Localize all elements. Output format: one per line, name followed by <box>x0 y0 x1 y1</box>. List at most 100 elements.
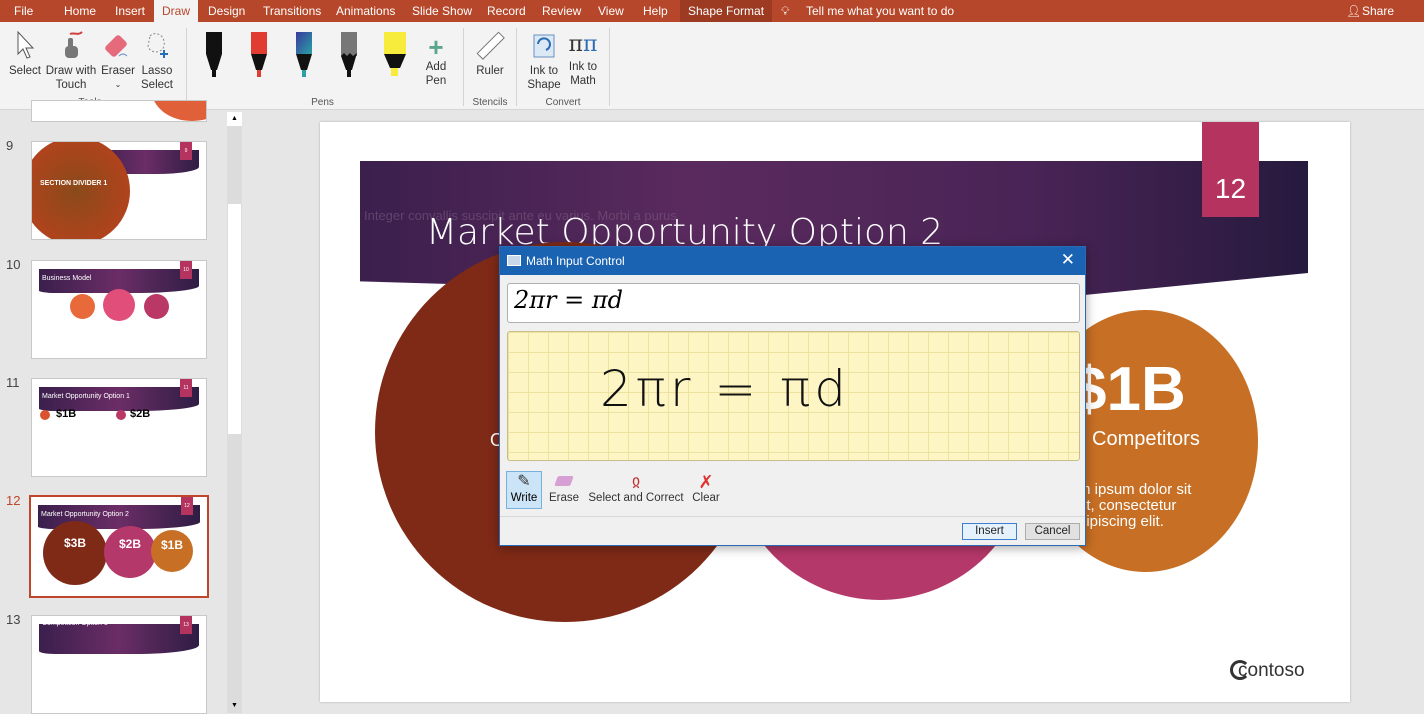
slide-number: 10 <box>6 257 21 272</box>
draw-with-touch-label-2: Touch <box>55 79 87 91</box>
pens-group-label: Pens <box>311 97 334 108</box>
slide-thumb-title: Competition Option 1 <box>42 620 108 627</box>
scroll-down-icon[interactable]: ▼ <box>227 699 242 713</box>
slide-thumbnail-13[interactable]: 13 Competition Option 1 <box>31 615 207 714</box>
slide-number: 11 <box>6 375 20 390</box>
circle3-body: m ipsum dolor sit et, consectetur dipisc… <box>1078 482 1191 530</box>
slide-thumbnail-8[interactable] <box>31 100 207 122</box>
share-button[interactable]: Share <box>1362 0 1394 22</box>
lasso-icon <box>147 33 168 58</box>
slide-number: 13 <box>6 612 21 627</box>
slide-thumb-title: SECTION DIVIDER 1 <box>40 180 108 187</box>
add-pen-label: Add <box>425 61 447 73</box>
slide-number-badge: 12 <box>1202 122 1259 217</box>
slide-thumb-title: Business Model <box>42 275 92 282</box>
slide-thumbnail-10[interactable]: 10 Business Model <box>31 260 207 359</box>
pencil-gray[interactable] <box>338 30 360 83</box>
pen-icon <box>251 32 267 77</box>
scroll-up-icon[interactable]: ▲ <box>227 112 242 126</box>
thumbnail-scrollbar[interactable]: ▲ ▼ <box>227 112 242 713</box>
slide-thumbnail-11[interactable]: 11 Market Opportunity Option 1 $1B $2B <box>31 378 207 477</box>
pen-icon <box>206 32 222 77</box>
tab-review[interactable]: Review <box>542 0 581 22</box>
slide-thumb-title: Market Opportunity Option 2 <box>41 511 129 518</box>
tab-file[interactable]: File <box>14 0 33 22</box>
circle3-label: Competitors <box>1092 428 1200 450</box>
divider <box>186 28 187 106</box>
clear-x-icon: ✗ <box>698 472 714 492</box>
tab-slide-show[interactable]: Slide Show <box>412 0 472 22</box>
draw-with-touch-label: Draw with <box>45 65 97 77</box>
math-input-icon <box>507 255 521 266</box>
tab-transitions[interactable]: Transitions <box>263 0 321 22</box>
tool-clear[interactable]: ✗ Clear <box>688 472 724 504</box>
slide-badge: 13 <box>180 616 192 634</box>
convert-group-label: Convert <box>545 97 581 108</box>
slide-thumbnail-12-selected[interactable]: 12 Market Opportunity Option 2 $3B $2B $… <box>29 495 209 598</box>
draw-with-touch-tool[interactable]: Draw with Touch <box>44 30 98 92</box>
insert-button[interactable]: Insert <box>962 523 1017 540</box>
pen-icon: ✎ <box>517 473 531 490</box>
pen-galaxy[interactable] <box>293 30 315 83</box>
ruler-button[interactable]: Ruler <box>470 30 510 78</box>
divider <box>516 28 517 106</box>
ink-to-shape-label: Ink to <box>529 65 559 77</box>
slide-badge: 10 <box>180 261 192 279</box>
dialog-titlebar: Math Input Control ✕ <box>500 247 1085 275</box>
tab-record[interactable]: Record <box>487 0 526 22</box>
tool-label: Write <box>510 492 538 504</box>
tool-erase[interactable]: Erase <box>546 472 582 504</box>
ink-to-shape-icon <box>533 34 555 58</box>
tab-home[interactable]: Home <box>64 0 96 22</box>
pen-icon <box>296 32 312 77</box>
tool-label: Clear <box>692 492 720 504</box>
tool-label: Erase <box>548 492 580 504</box>
tab-animations[interactable]: Animations <box>336 0 395 22</box>
tab-design[interactable]: Design <box>208 0 245 22</box>
tab-help[interactable]: Help <box>643 0 668 22</box>
slide-thumb-value: $1B <box>56 408 77 420</box>
dialog-title: Math Input Control <box>526 254 625 268</box>
highlighter-yellow[interactable] <box>382 30 408 83</box>
select-tool[interactable]: Select <box>6 30 44 78</box>
slide-thumbnail-pane: 9 9 SECTION DIVIDER 1 10 10 Business Mod… <box>0 100 245 714</box>
slide-thumb-value: $3B <box>43 521 107 585</box>
select-label: Select <box>9 65 41 77</box>
tab-shape-format[interactable]: Shape Format <box>680 0 773 22</box>
slide-thumb-title: Market Opportunity Option 1 <box>42 393 130 400</box>
cursor-arrow-icon <box>17 30 35 59</box>
body-line: m ipsum dolor sit <box>1078 481 1192 498</box>
tell-me-search[interactable]: Tell me what you want to do <box>806 0 954 22</box>
slide-thumb-value: $2B <box>104 526 156 578</box>
slide-number: 9 <box>6 138 14 153</box>
eraser-tool[interactable]: Eraser ⌄ <box>100 30 136 92</box>
tab-draw[interactable]: Draw <box>154 0 199 22</box>
pen-black[interactable] <box>203 30 225 83</box>
divider <box>463 28 464 106</box>
tool-label: Select and Correct <box>588 492 684 504</box>
slide-thumbnail-9[interactable]: 9 SECTION DIVIDER 1 <box>31 141 207 240</box>
tool-select-and-correct[interactable]: ჲ Select and Correct <box>586 472 686 504</box>
lasso-select-tool[interactable]: Lasso Select <box>138 30 176 92</box>
eraser-label: Eraser <box>101 65 135 77</box>
add-pen-button[interactable]: + Add Pen <box>418 34 454 88</box>
logo-text: contoso <box>1238 660 1305 681</box>
tab-view[interactable]: View <box>598 0 624 22</box>
slide-badge: 12 <box>181 497 193 515</box>
ink-to-math-label-2: Math <box>570 75 596 87</box>
scrollbar-thumb[interactable] <box>228 204 241 434</box>
slide-badge: 9 <box>180 142 192 160</box>
close-icon[interactable]: ✕ <box>1061 250 1075 270</box>
ink-to-math-button[interactable]: ππ Ink to Math <box>564 30 602 88</box>
tab-insert[interactable]: Insert <box>115 0 145 22</box>
math-input-control-dialog: Math Input Control ✕ 2πr = πd 2πr = πd ✎… <box>499 246 1086 546</box>
ribbon: Select Draw with Touch Eraser ⌄ Lasso Se… <box>0 22 1424 110</box>
tool-write[interactable]: ✎ Write <box>506 471 542 509</box>
ink-writing-area[interactable]: 2πr = πd <box>507 331 1080 461</box>
cancel-button[interactable]: Cancel <box>1025 523 1080 540</box>
ruler-label: Ruler <box>476 65 504 77</box>
plus-icon: + <box>428 32 444 62</box>
ink-to-shape-button[interactable]: Ink to Shape <box>524 30 564 92</box>
pen-red[interactable] <box>248 30 270 83</box>
body-line: et, consectetur <box>1078 497 1177 514</box>
